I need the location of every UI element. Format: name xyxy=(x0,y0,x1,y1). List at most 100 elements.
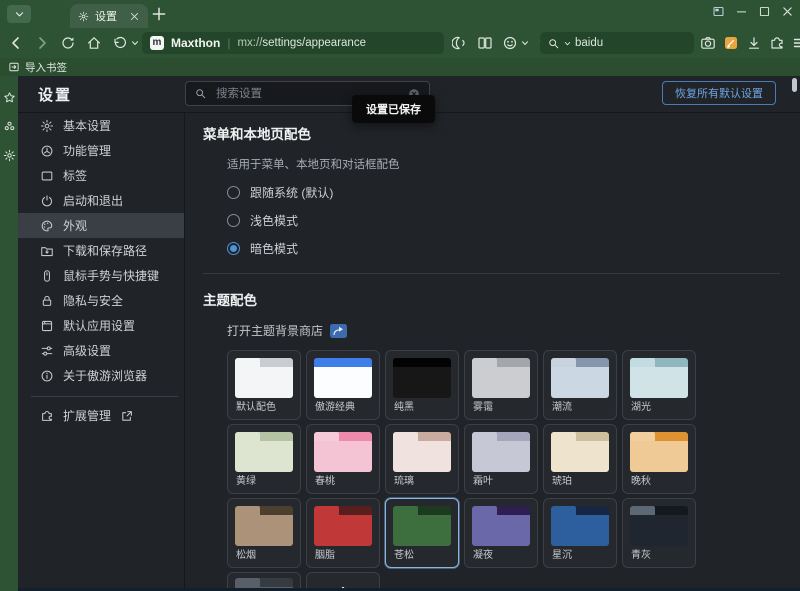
theme-card[interactable]: 星沉 xyxy=(543,498,617,568)
import-bookmarks-button[interactable]: 导入书签 xyxy=(25,60,67,75)
new-tab-button[interactable] xyxy=(150,5,168,23)
theme-card-label: 春桃 xyxy=(315,472,335,487)
tab-close-icon[interactable] xyxy=(129,11,140,22)
theme-swatch xyxy=(235,506,293,546)
address-bar[interactable]: m Maxthon | mx://settings/appearance xyxy=(142,32,444,54)
screenshot-icon[interactable] xyxy=(700,35,716,51)
theme-card-label: 纯黑 xyxy=(394,398,414,413)
radio-option[interactable]: 浅色模式 xyxy=(227,213,780,228)
search-icon xyxy=(547,37,560,50)
split-view-icon[interactable] xyxy=(477,35,493,51)
share-icon[interactable] xyxy=(502,35,518,51)
nav-item-label: 扩展管理 xyxy=(63,407,111,424)
settings-search-icon xyxy=(194,87,207,100)
theme-swatch-tab xyxy=(630,506,655,515)
minimize-icon[interactable] xyxy=(735,5,748,18)
theme-card[interactable]: 松烟 xyxy=(227,498,301,568)
browser-menu-button[interactable] xyxy=(7,5,31,23)
back-icon[interactable] xyxy=(8,35,24,51)
tab-settings[interactable]: 设置 xyxy=(70,4,148,28)
theme-card[interactable]: 纯黑 xyxy=(385,350,459,420)
radio-unselected-icon[interactable] xyxy=(227,214,240,227)
theme-card-label: 傲游经典 xyxy=(315,398,355,413)
undo-icon[interactable] xyxy=(112,35,128,51)
nav-item-advanced[interactable]: 高级设置 xyxy=(18,338,184,363)
nav-item-label: 默认应用设置 xyxy=(63,317,135,334)
theme-store-link[interactable]: 打开主题背景商店 xyxy=(227,322,323,339)
radio-unselected-icon[interactable] xyxy=(227,186,240,199)
close-window-icon[interactable] xyxy=(781,5,794,18)
theme-swatch-tab xyxy=(393,506,418,515)
nav-item-about[interactable]: 关于傲游浏览器 xyxy=(18,363,184,388)
nav-item-startup[interactable]: 启动和退出 xyxy=(18,188,184,213)
download-icon[interactable] xyxy=(746,35,762,51)
search-engine-dropdown-icon[interactable] xyxy=(564,40,571,47)
reader-mode-icon[interactable] xyxy=(452,35,468,51)
radio-selected-icon[interactable] xyxy=(227,242,240,255)
maximize-icon[interactable] xyxy=(758,5,771,18)
theme-card[interactable]: 苍松 xyxy=(385,498,459,568)
theme-card[interactable]: 琉璃 xyxy=(385,424,459,494)
theme-store-row: 打开主题背景商店 xyxy=(227,322,780,339)
theme-swatch-tab xyxy=(235,578,260,587)
theme-card[interactable]: 凝夜 xyxy=(464,498,538,568)
puzzle-icon xyxy=(40,409,54,423)
sidebar-settings-icon[interactable] xyxy=(3,149,16,162)
theme-card[interactable]: 琥珀 xyxy=(543,424,617,494)
nav-item-basic[interactable]: 基本设置 xyxy=(18,113,184,138)
settings-body: 基本设置功能管理标签启动和退出外观下载和保存路径鼠标手势与快捷键隐私与安全默认应… xyxy=(18,113,800,591)
theme-card[interactable]: 晚秋 xyxy=(622,424,696,494)
theme-swatch xyxy=(393,432,451,472)
theme-swatch-body xyxy=(630,515,688,546)
theme-swatch-body xyxy=(235,441,293,472)
search-engine-value: baidu xyxy=(575,37,603,49)
radio-option[interactable]: 暗色模式 xyxy=(227,241,780,256)
theme-card[interactable]: 霜叶 xyxy=(464,424,538,494)
theme-card[interactable]: 青灰 xyxy=(622,498,696,568)
radio-option[interactable]: 跟随系统 (默认) xyxy=(227,185,780,200)
theme-card-label: 星沉 xyxy=(552,546,572,561)
reload-icon[interactable] xyxy=(60,35,76,51)
theme-swatch xyxy=(630,358,688,398)
folder-icon xyxy=(40,244,54,258)
theme-swatch xyxy=(235,358,293,398)
boards-icon[interactable] xyxy=(712,5,725,18)
main-menu-icon[interactable] xyxy=(792,35,800,51)
theme-card[interactable]: 胭脂 xyxy=(306,498,380,568)
nav-item-default-apps[interactable]: 默认应用设置 xyxy=(18,313,184,338)
nav-item-extensions[interactable]: 扩展管理 xyxy=(18,403,184,428)
nav-item-downloads[interactable]: 下载和保存路径 xyxy=(18,238,184,263)
theme-card[interactable]: 傲游经典 xyxy=(306,350,380,420)
share-dropdown-icon[interactable] xyxy=(521,39,529,47)
nav-item-features[interactable]: 功能管理 xyxy=(18,138,184,163)
nav-item-tabs[interactable]: 标签 xyxy=(18,163,184,188)
theme-card[interactable]: 湖光 xyxy=(622,350,696,420)
reset-defaults-button[interactable]: 恢复所有默认设置 xyxy=(662,81,776,105)
theme-card[interactable]: 默认配色 xyxy=(227,350,301,420)
undo-dropdown-icon[interactable] xyxy=(131,39,139,47)
theme-card[interactable]: 雾霭 xyxy=(464,350,538,420)
theme-card[interactable]: 春桃 xyxy=(306,424,380,494)
theme-swatch-tab xyxy=(235,506,260,515)
nav-item-privacy[interactable]: 隐私与安全 xyxy=(18,288,184,313)
nav-item-gestures[interactable]: 鼠标手势与快捷键 xyxy=(18,263,184,288)
nav-item-appearance[interactable]: 外观 xyxy=(18,213,184,238)
theme-card[interactable]: 黄绿 xyxy=(227,424,301,494)
notes-icon[interactable] xyxy=(723,35,739,51)
theme-card-label: 苍松 xyxy=(394,546,414,561)
theme-swatch xyxy=(393,506,451,546)
home-icon[interactable] xyxy=(86,35,102,51)
extensions-icon[interactable] xyxy=(769,35,785,51)
color-scheme-title: 菜单和本地页配色 xyxy=(203,123,780,143)
sidebar-favorites-icon[interactable] xyxy=(3,91,16,104)
url-path: settings/appearance xyxy=(262,37,366,49)
theme-grid: 默认配色傲游经典 纯黑 雾霭潮流湖光黄绿春桃 琉璃霜叶琥珀晚秋松烟胭脂苍松 凝夜星沉 青灰… xyxy=(227,350,780,591)
radio-label: 浅色模式 xyxy=(250,212,298,229)
open-store-icon[interactable] xyxy=(330,324,347,338)
sidebar-passkeeper-icon[interactable] xyxy=(3,120,16,133)
import-bookmarks-icon xyxy=(8,61,20,73)
theme-card[interactable]: 潮流 xyxy=(543,350,617,420)
scrollbar-thumb[interactable] xyxy=(792,78,797,92)
forward-icon[interactable] xyxy=(34,35,50,51)
toolbar-search[interactable]: baidu xyxy=(540,32,694,54)
